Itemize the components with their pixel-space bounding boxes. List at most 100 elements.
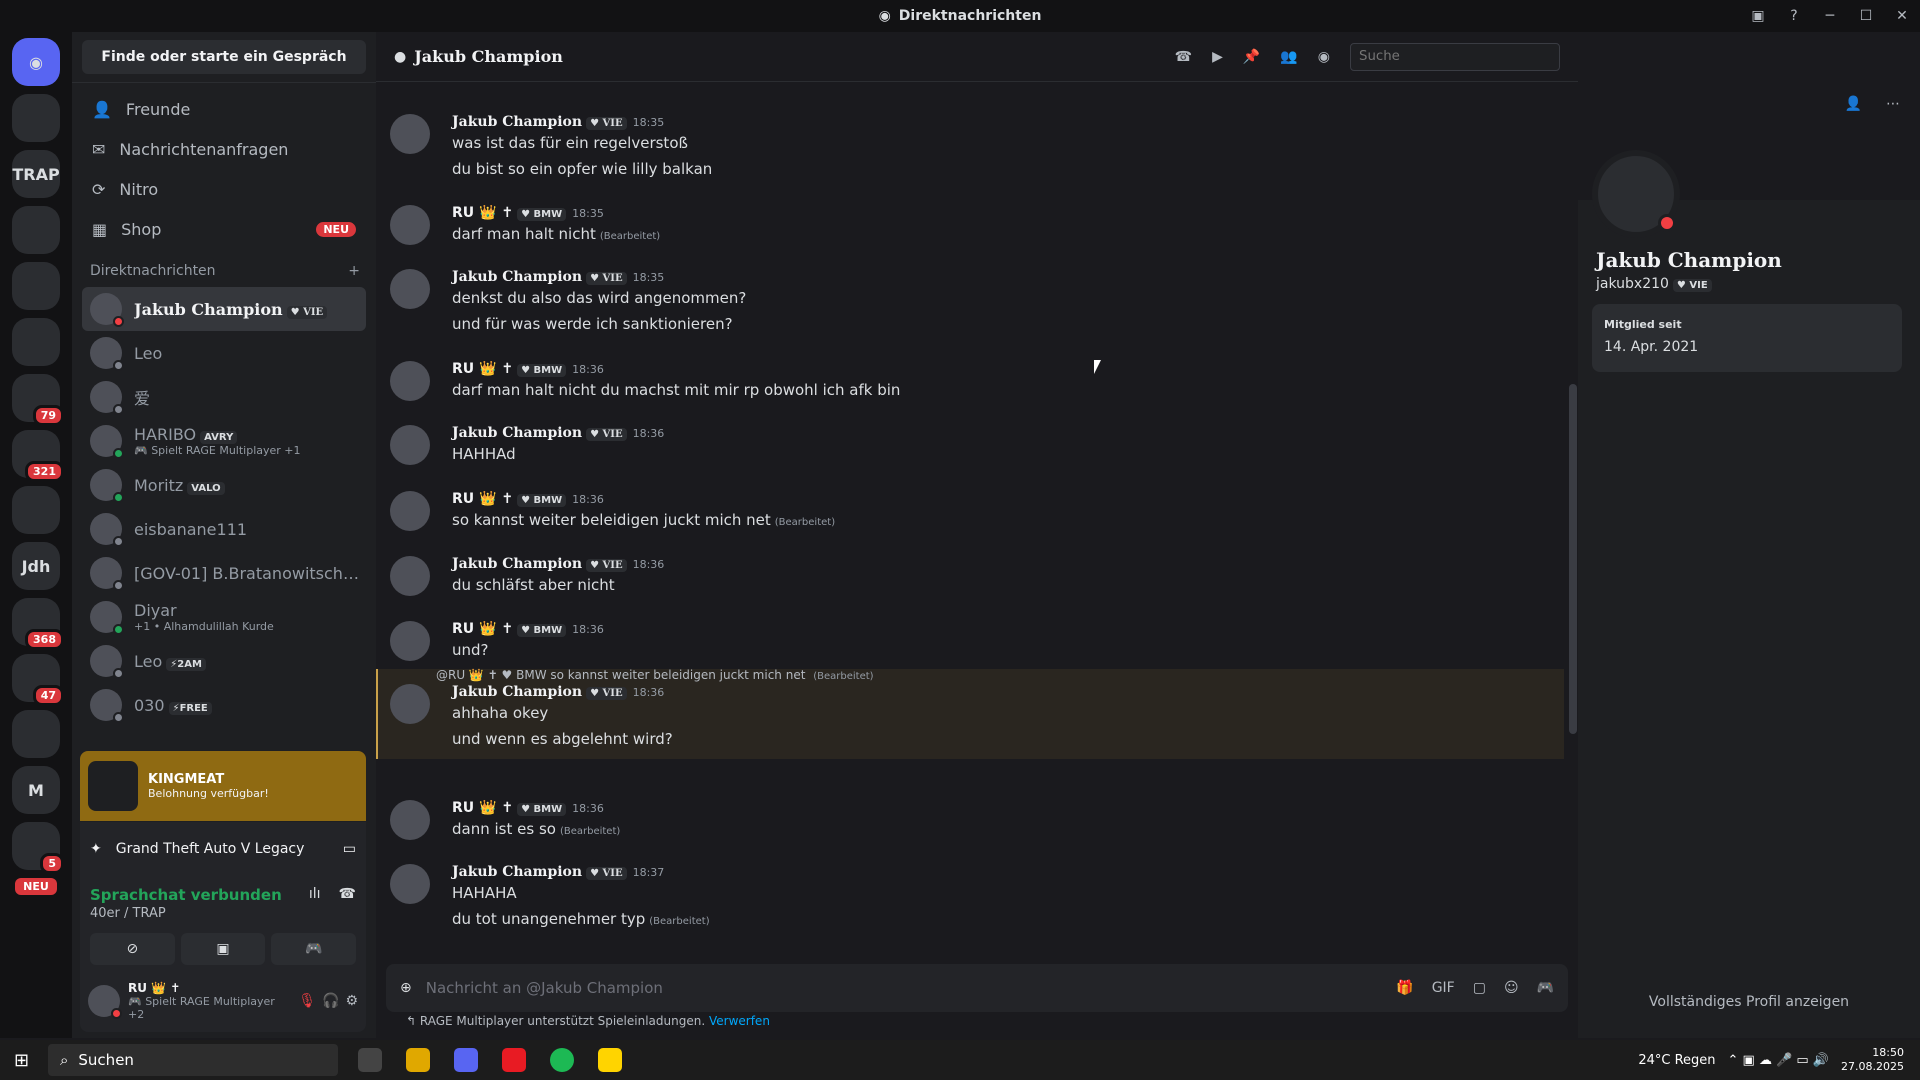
deafened-icon[interactable]: 🎧 <box>322 993 339 1009</box>
close-button[interactable]: ✕ <box>1884 8 1920 24</box>
spotify-icon[interactable] <box>550 1048 574 1072</box>
tray-icons[interactable]: ⌃ ▣ ☁ 🎤 ▭ 🔊 <box>1728 1053 1830 1068</box>
gift-icon[interactable]: 🎁 <box>1396 980 1413 996</box>
inbox-icon[interactable]: ▣ <box>1740 8 1776 24</box>
dm-item[interactable]: 030 ⚡FREE <box>82 683 366 727</box>
promo-banner[interactable]: KINGMEAT Belohnung verfügbar! <box>80 751 366 821</box>
task-view-icon[interactable] <box>358 1048 382 1072</box>
sticker-icon[interactable]: ▢ <box>1473 980 1486 996</box>
dm-item[interactable]: HARIBO AVRY 🎮 Spielt RAGE Multiplayer +1 <box>82 419 366 463</box>
dm-item[interactable]: 爱 <box>82 375 366 419</box>
avatar[interactable] <box>390 684 430 724</box>
reply-reference[interactable]: @RU 👑 ✝ ♥ BMW so kannst weiter beleidige… <box>436 668 874 682</box>
opera-icon[interactable] <box>502 1048 526 1072</box>
gif-icon[interactable]: GIF <box>1432 980 1455 996</box>
stream-icon[interactable]: ▭ <box>343 841 356 857</box>
server-icon[interactable]: TRAP <box>12 150 60 198</box>
nav-item[interactable]: 👤 Freunde <box>82 89 366 129</box>
emoji-icon[interactable]: ☺ <box>1504 980 1519 996</box>
avatar[interactable] <box>390 425 430 465</box>
message-author[interactable]: Jakub Champion ♥ VIE 18:36 <box>452 684 664 700</box>
server-icon[interactable] <box>12 318 60 366</box>
rage-icon[interactable] <box>598 1048 622 1072</box>
avatar[interactable] <box>390 114 430 154</box>
message-author[interactable]: Jakub Champion ♥ VIE 18:35 <box>452 114 664 130</box>
message-author[interactable]: Jakub Champion ♥ VIE 18:35 <box>452 269 664 285</box>
conversation-search-button[interactable]: Finde oder starte ein Gespräch <box>82 40 366 74</box>
mic-muted-icon[interactable]: 🎙 <box>298 993 316 1009</box>
explorer-icon[interactable] <box>406 1048 430 1072</box>
server-icon[interactable]: Jdh <box>12 542 60 590</box>
apps-icon[interactable]: 🎮 <box>1537 980 1554 996</box>
server-icon[interactable]: 368 <box>12 598 64 650</box>
windows-start-icon[interactable]: ⊞ <box>14 1050 29 1071</box>
dm-item[interactable]: Diyar +1 • Alhamdulillah Kurde <box>82 595 366 639</box>
message-author[interactable]: RU 👑 ✝ ♥ BMW 18:36 <box>452 621 604 637</box>
nav-item[interactable]: ▦ Shop NEU <box>82 209 366 249</box>
message-input[interactable]: Nachricht an @Jakub Champion <box>426 979 1383 997</box>
full-profile-link[interactable]: Vollständiges Profil anzeigen <box>1578 994 1920 1010</box>
video-icon[interactable]: ▶ <box>1212 49 1223 65</box>
message-author[interactable]: RU 👑 ✝ ♥ BMW 18:36 <box>452 800 604 816</box>
voice-channel[interactable]: 40er / TRAP <box>90 906 282 921</box>
disconnect-icon[interactable]: ☎ <box>339 886 356 921</box>
help-icon[interactable]: ? <box>1776 8 1812 24</box>
server-icon[interactable] <box>12 710 60 758</box>
message-author[interactable]: RU 👑 ✝ ♥ BMW 18:36 <box>452 361 604 377</box>
avatar[interactable] <box>390 491 430 531</box>
game-activity[interactable]: ✦ Grand Theft Auto V Legacy ▭ <box>80 822 366 876</box>
dm-item[interactable]: [GOV-01] B.Bratanowitsche... <box>82 551 366 595</box>
discord-taskbar-icon[interactable] <box>454 1048 478 1072</box>
server-icon[interactable] <box>12 486 60 534</box>
dismiss-link[interactable]: Verwerfen <box>709 1014 770 1028</box>
avatar[interactable] <box>390 556 430 596</box>
noise-icon[interactable]: ılı <box>309 886 321 921</box>
activity-button[interactable]: 🎮 <box>271 933 357 965</box>
taskbar-search[interactable]: ⌕ Suchen <box>48 1044 338 1076</box>
scrollbar[interactable] <box>1569 384 1577 734</box>
settings-gear-icon[interactable]: ⚙ <box>345 993 358 1009</box>
message-author[interactable]: Jakub Champion ♥ VIE 18:36 <box>452 556 664 572</box>
more-icon[interactable]: ⋯ <box>1886 96 1900 112</box>
nav-item[interactable]: ⟳ Nitro <box>82 169 366 209</box>
message-author[interactable]: RU 👑 ✝ ♥ BMW 18:35 <box>452 205 604 221</box>
add-dm-button[interactable]: + <box>348 263 360 279</box>
search-input[interactable] <box>1350 42 1560 71</box>
server-icon[interactable]: M <box>12 766 60 814</box>
minimize-button[interactable]: ─ <box>1812 8 1848 24</box>
clock[interactable]: 18:50 27.08.2025 <box>1841 1046 1904 1074</box>
profile-toggle-icon[interactable]: ◉ <box>1318 49 1330 65</box>
camera-off-button[interactable]: ⊘ <box>90 933 175 965</box>
avatar[interactable] <box>390 205 430 245</box>
dm-item[interactable]: Leo ⚡2AM <box>82 639 366 683</box>
avatar[interactable] <box>390 269 430 309</box>
dm-item[interactable]: Jakub Champion ♥ VIE <box>82 287 366 331</box>
avatar[interactable] <box>390 864 430 904</box>
server-icon[interactable] <box>12 262 60 310</box>
maximize-button[interactable]: ☐ <box>1848 8 1884 24</box>
server-icon[interactable]: 47 <box>12 654 64 706</box>
avatar[interactable] <box>390 361 430 401</box>
avatar[interactable] <box>88 985 122 1019</box>
attach-plus-icon[interactable]: ⊕ <box>400 980 412 996</box>
server-icon[interactable] <box>12 206 60 254</box>
dm-item[interactable]: Moritz VALO <box>82 463 366 507</box>
call-icon[interactable]: ☎ <box>1175 49 1192 65</box>
message-author[interactable]: Jakub Champion ♥ VIE 18:36 <box>452 425 664 441</box>
pin-icon[interactable]: 📌 <box>1243 49 1260 65</box>
dm-item[interactable]: eisbanane111 <box>82 507 366 551</box>
dm-item[interactable]: Leo <box>82 331 366 375</box>
server-icon[interactable] <box>12 94 60 142</box>
server-icon[interactable]: 321 <box>12 430 64 482</box>
server-icon[interactable]: 5 <box>12 822 64 874</box>
add-friend-icon[interactable]: 👤 <box>1845 96 1862 112</box>
home-button[interactable]: ◉ <box>12 38 60 86</box>
screen-share-button[interactable]: ▣ <box>180 933 266 965</box>
add-friend-icon[interactable]: 👥 <box>1280 49 1297 65</box>
avatar[interactable] <box>390 621 430 661</box>
weather-widget[interactable]: 24°C Regen <box>1638 1053 1715 1068</box>
message-author[interactable]: Jakub Champion ♥ VIE 18:37 <box>452 864 664 880</box>
server-icon[interactable]: 79 <box>12 374 64 426</box>
nav-item[interactable]: ✉ Nachrichtenanfragen <box>82 129 366 169</box>
message-author[interactable]: RU 👑 ✝ ♥ BMW 18:36 <box>452 491 604 507</box>
